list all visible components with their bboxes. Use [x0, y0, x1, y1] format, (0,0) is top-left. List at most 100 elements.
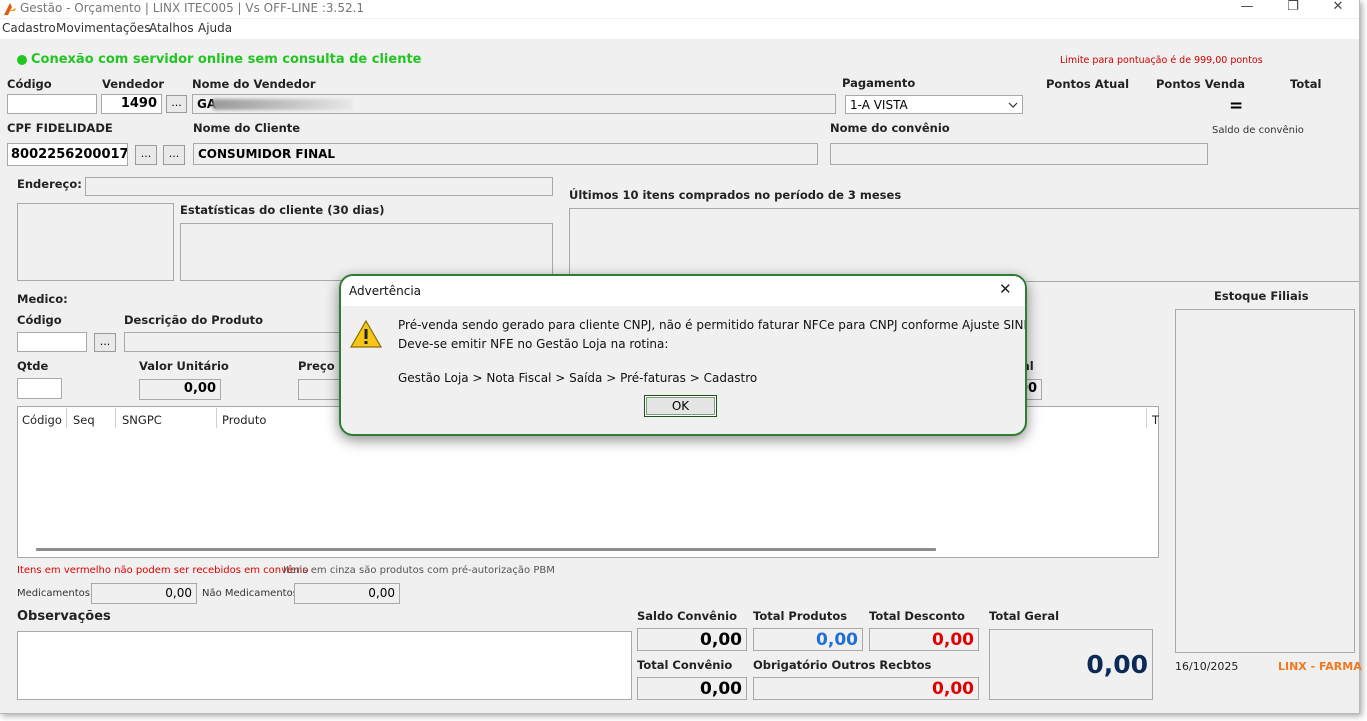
- vendedor-input[interactable]: 1490: [101, 94, 162, 114]
- points-limit-text: Limite para pontuação é de 999,00 pontos: [1060, 55, 1263, 66]
- cpf-label: CPF FIDELIDADE: [7, 121, 113, 135]
- dialog-message-line3: Gestão Loja > Nota Fiscal > Saída > Pré-…: [398, 371, 758, 385]
- grid-col-separator: [115, 408, 116, 428]
- online-status-icon: [17, 55, 27, 65]
- dialog-message-line2: Deve-se emitir NFE no Gestão Loja na rot…: [398, 337, 669, 351]
- nome-cliente-label: Nome do Cliente: [193, 121, 301, 135]
- nome-vendedor-field: GA: [192, 94, 836, 114]
- estatisticas-box: [180, 223, 553, 281]
- pontos-venda-label: Pontos Venda: [1156, 77, 1246, 91]
- total-convenio-label: Total Convênio: [637, 658, 733, 672]
- saldo-convenio-label: Saldo Convênio: [637, 609, 737, 623]
- total-produtos-label: Total Produtos: [753, 609, 848, 623]
- grid-col-seq[interactable]: Seq: [73, 413, 95, 427]
- total-geral-value: 0,00: [1086, 650, 1148, 679]
- grid-col-sngpc[interactable]: SNGPC: [122, 413, 162, 427]
- cpf-input[interactable]: 80022562000175: [7, 143, 128, 166]
- total-points-label: Total: [1290, 77, 1322, 91]
- medicamentos-field: 0,00: [91, 583, 197, 604]
- total-geral-box: 0,00: [989, 629, 1153, 700]
- dialog-title: Advertência: [349, 284, 422, 298]
- dialog-close-button[interactable]: ✕: [999, 280, 1012, 298]
- qtde-label: Qtde: [17, 359, 49, 373]
- obrigatorio-field: 0,00: [753, 677, 979, 700]
- brand-label: LINX - FARMA: [1278, 660, 1362, 673]
- grid-col-last[interactable]: T: [1152, 413, 1159, 427]
- close-window-button[interactable]: ✕: [1315, 0, 1361, 16]
- total-produtos-field: 0,00: [753, 628, 863, 651]
- menu-atalhos[interactable]: Atalhos: [149, 21, 194, 35]
- estoque-filiais-box: [1175, 309, 1355, 653]
- pagamento-select[interactable]: 1-A VISTA: [845, 95, 1023, 114]
- nao-medicamentos-field: 0,00: [294, 583, 400, 604]
- redacted-blur: [213, 99, 353, 110]
- descricao-produto-label: Descrição do Produto: [124, 313, 264, 327]
- menu-cadastro[interactable]: Cadastro: [2, 21, 56, 35]
- nome-convenio-label: Nome do convênio: [830, 121, 950, 135]
- warning-dialog: Advertência ✕ Pré-venda sendo gerado par…: [339, 274, 1027, 436]
- grid-col-codigo[interactable]: Código: [22, 413, 62, 427]
- grid-col-separator: [66, 408, 67, 428]
- observacoes-textarea[interactable]: [17, 631, 632, 700]
- medico-label: Medico:: [17, 292, 68, 306]
- maximize-button[interactable]: ❐: [1270, 0, 1316, 16]
- vendedor-search-button[interactable]: ...: [166, 95, 187, 113]
- medicamentos-label: Medicamentos: [17, 588, 91, 599]
- pagamento-label: Pagamento: [842, 76, 916, 90]
- grid-col-produto[interactable]: Produto: [222, 413, 266, 427]
- qtde-input[interactable]: [17, 378, 62, 399]
- estoque-filiais-label: Estoque Filiais: [1214, 289, 1309, 303]
- title-bar: Gestão - Orçamento | LINX ITEC005 | Vs O…: [0, 0, 1359, 18]
- app-logo-icon: [4, 3, 16, 15]
- observacoes-label: Observações: [17, 609, 111, 624]
- valor-unitario-field: 0,00: [139, 379, 221, 400]
- total-geral-label: Total Geral: [989, 609, 1060, 623]
- connection-status: Conexão com servidor online sem consulta…: [31, 52, 422, 67]
- ultimos-itens-box: [569, 208, 1359, 282]
- nome-cliente-field: CONSUMIDOR FINAL: [193, 143, 818, 165]
- nome-vendedor-label: Nome do Vendedor: [192, 77, 316, 91]
- menu-ajuda[interactable]: Ajuda: [198, 21, 232, 35]
- dialog-title-bar: Advertência ✕: [341, 276, 1025, 306]
- produto-search-button[interactable]: ...: [94, 333, 116, 352]
- saldo-convenio-field: 0,00: [637, 628, 747, 651]
- nome-convenio-field: [830, 143, 1208, 165]
- codigo-input[interactable]: [7, 94, 97, 114]
- dialog-message-line1: Pré-venda sendo gerado para cliente CNPJ…: [398, 318, 1027, 332]
- client-photo-box: [17, 203, 174, 281]
- warning-icon: [349, 319, 383, 348]
- grid-col-separator: [1146, 408, 1147, 428]
- produto-codigo-label: Código: [17, 313, 62, 327]
- produto-codigo-input[interactable]: [17, 332, 87, 352]
- menu-movimentacoes[interactable]: Movimentações: [56, 21, 150, 35]
- total-desconto-label: Total Desconto: [869, 609, 965, 623]
- ultimos-itens-label: Últimos 10 itens comprados no período de…: [569, 188, 902, 202]
- total-convenio-field: 0,00: [637, 677, 747, 700]
- grid-col-separator: [216, 408, 217, 428]
- descricao-produto-field: [124, 332, 354, 352]
- vendedor-label: Vendedor: [102, 77, 165, 91]
- legend-gray-text: Itens em cinza são produtos com pré-auto…: [283, 565, 555, 576]
- endereco-field: [85, 177, 553, 196]
- equals-sign: =: [1229, 96, 1244, 116]
- pagamento-value: 1-A VISTA: [850, 98, 908, 112]
- ok-button[interactable]: OK: [644, 395, 717, 417]
- menu-bar: Cadastro Movimentações Atalhos Ajuda: [0, 19, 1359, 39]
- saldo-convenio-small-label: Saldo de convênio: [1212, 125, 1304, 136]
- current-date: 16/10/2025: [1175, 660, 1239, 673]
- valor-unitario-label: Valor Unitário: [139, 359, 229, 373]
- pontos-atual-label: Pontos Atual: [1046, 77, 1130, 91]
- cpf-search-button[interactable]: ...: [135, 145, 157, 165]
- chevron-down-icon: [1008, 102, 1018, 108]
- obrigatorio-label: Obrigatório Outros Recbtos: [753, 658, 932, 672]
- window-title: Gestão - Orçamento | LINX ITEC005 | Vs O…: [20, 1, 365, 15]
- estatisticas-label: Estatísticas do cliente (30 dias): [180, 203, 385, 217]
- nao-medicamentos-label: Não Medicamentos: [202, 588, 298, 599]
- minimize-button[interactable]: —: [1224, 0, 1270, 16]
- legend-red-text: Itens em vermelho não podem ser recebido…: [17, 565, 309, 576]
- grid-horizontal-scrollbar[interactable]: [36, 548, 936, 551]
- total-desconto-field: 0,00: [869, 628, 979, 651]
- main-window: Gestão - Orçamento | LINX ITEC005 | Vs O…: [0, 0, 1362, 714]
- cpf-extra-button[interactable]: ...: [163, 145, 185, 165]
- codigo-label: Código: [7, 77, 52, 91]
